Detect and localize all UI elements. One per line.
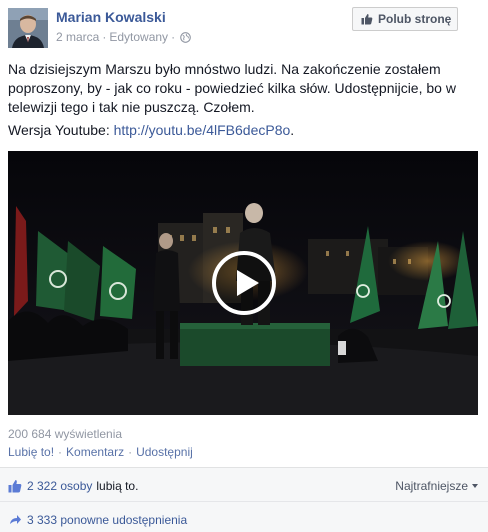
avatar[interactable] xyxy=(8,8,48,48)
comment-action[interactable]: Komentarz xyxy=(66,445,124,459)
youtube-line: Wersja Youtube: http://youtu.be/4lFB6dec… xyxy=(8,121,294,140)
comment-sort-dropdown[interactable]: Najtrafniejsze xyxy=(395,479,478,493)
action-separator-2: · xyxy=(128,445,133,459)
post-text: Na dzisiejszym Marszu było mnóstwo ludzi… xyxy=(8,61,456,115)
post-actions: Lubię to! · Komentarz · Udostępnij xyxy=(8,445,193,459)
like-action[interactable]: Lubię to! xyxy=(8,445,54,459)
edited-label[interactable]: Edytowany xyxy=(109,30,168,44)
like-page-button[interactable]: Polub stronę xyxy=(352,7,458,31)
likes-count[interactable]: 2 322 osoby xyxy=(27,479,92,493)
share-icon xyxy=(10,515,21,524)
likes-row: 2 322 osoby lubią to. xyxy=(8,479,138,493)
video-player[interactable] xyxy=(8,151,478,415)
view-count: 200 684 wyświetlenia xyxy=(8,427,123,441)
action-separator: · xyxy=(58,445,63,459)
youtube-prefix: Wersja Youtube: xyxy=(8,122,114,138)
facebook-post: Marian Kowalski 2 marca · Edytowany · Po… xyxy=(0,0,488,532)
shares-count[interactable]: 3 333 ponowne udostępnienia xyxy=(27,513,187,527)
author-name[interactable]: Marian Kowalski xyxy=(56,9,166,25)
meta-separator: · xyxy=(102,30,107,44)
avatar-photo xyxy=(8,8,48,48)
like-page-label: Polub stronę xyxy=(378,12,452,26)
meta-separator-2: · xyxy=(171,30,176,44)
reactions-panel: 2 322 osoby lubią to. Najtrafniejsze 3 3… xyxy=(0,467,488,532)
youtube-suffix: . xyxy=(290,122,295,138)
post-date[interactable]: 2 marca xyxy=(56,30,99,44)
play-icon[interactable] xyxy=(211,250,277,316)
share-action[interactable]: Udostępnij xyxy=(136,445,193,459)
post-meta: 2 marca · Edytowany · xyxy=(56,30,191,44)
youtube-link[interactable]: http://youtu.be/4lFB6decP8o xyxy=(114,122,291,138)
globe-icon[interactable] xyxy=(180,31,191,43)
divider xyxy=(0,501,488,502)
chevron-down-icon xyxy=(472,484,478,488)
shares-row: 3 333 ponowne udostępnienia xyxy=(8,513,187,527)
sort-label: Najtrafniejsze xyxy=(395,479,468,493)
like-thumb-icon xyxy=(8,480,22,493)
thumbs-up-icon xyxy=(361,14,373,25)
likes-suffix: lubią to. xyxy=(96,479,139,493)
